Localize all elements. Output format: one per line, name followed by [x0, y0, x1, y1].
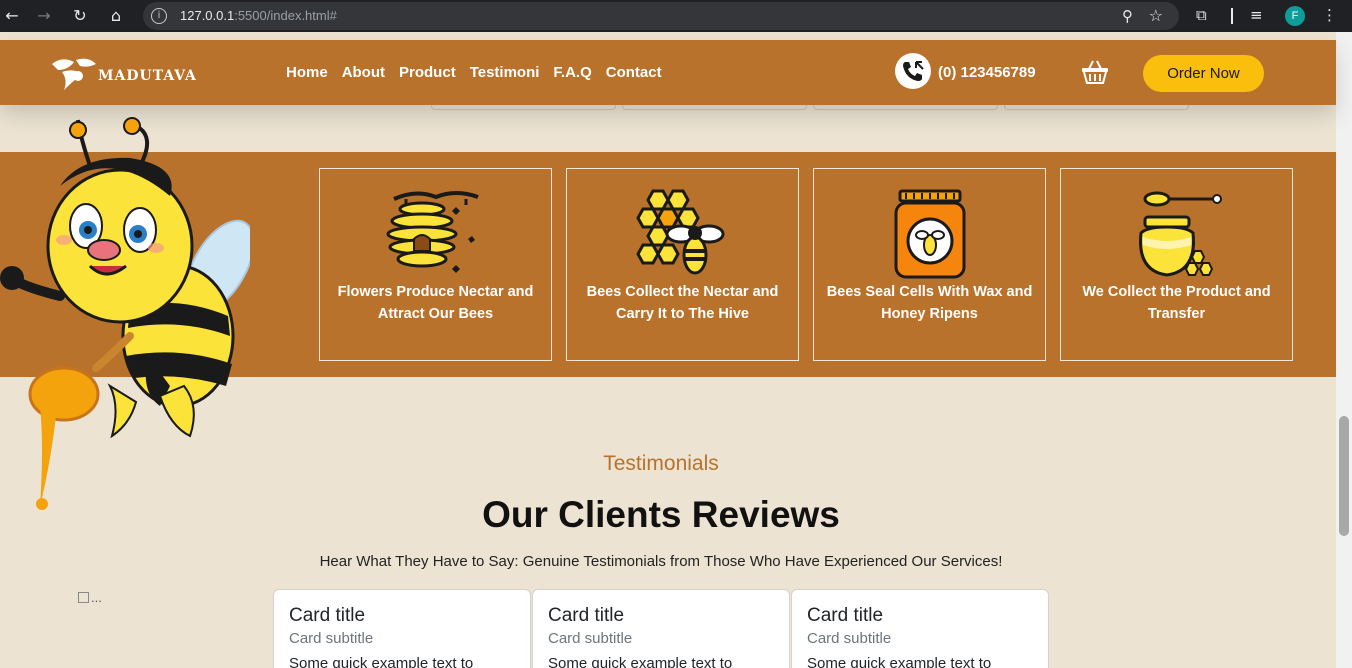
- bee-mascot-icon: [0, 117, 250, 510]
- phone-number[interactable]: (0) 123456789: [938, 64, 1036, 81]
- card-title: Card title: [289, 605, 366, 626]
- bee-logo-icon: [52, 58, 96, 90]
- testimonial-card: Card title Card subtitle Some quick exam…: [791, 589, 1049, 668]
- card-subtitle: Card subtitle: [289, 630, 374, 647]
- browser-toolbar: ← → ↻ ⌂ i 127.0.0.1:5500/index.html# ⚲ ☆…: [0, 0, 1352, 32]
- profile-avatar[interactable]: F: [1285, 6, 1305, 26]
- home-icon[interactable]: ⌂: [106, 6, 126, 26]
- card-title: Card title: [807, 605, 884, 626]
- nav-product[interactable]: Product: [399, 64, 456, 81]
- process-step-text: Bees Collect the Nectar and Carry It to …: [586, 284, 779, 322]
- order-now-button[interactable]: Order Now: [1143, 55, 1264, 92]
- forward-icon[interactable]: →: [34, 6, 54, 26]
- brand-name: MADUTAVA: [98, 68, 197, 84]
- site-logo[interactable]: MADUTAVA: [48, 54, 208, 94]
- process-card: Bees Collect the Nectar and Carry It to …: [566, 168, 799, 361]
- extensions-icon[interactable]: ⧉: [1196, 6, 1207, 24]
- process-step-text: Bees Seal Cells With Wax and Honey Ripen…: [826, 284, 1033, 322]
- menu-kebab-icon[interactable]: ⋮: [1322, 6, 1337, 24]
- site-header: MADUTAVA Home About Product Testimoni F.…: [0, 40, 1336, 105]
- card-text: Some quick example text to: [289, 655, 474, 668]
- process-card: Flowers Produce Nectar and Attract Our B…: [319, 168, 552, 361]
- card-title: Card title: [548, 605, 625, 626]
- main-nav: Home About Product Testimoni F.A.Q Conta…: [286, 64, 662, 81]
- honey-pot-icon: [1139, 191, 1222, 277]
- honeycomb-bee-icon: [636, 189, 725, 275]
- nav-home[interactable]: Home: [286, 64, 328, 81]
- honey-jar-icon: [894, 189, 966, 279]
- bookmark-star-icon[interactable]: ☆: [1149, 6, 1163, 25]
- nav-about[interactable]: About: [342, 64, 385, 81]
- card-text: Some quick example text to: [548, 655, 733, 668]
- phone-icon: [895, 53, 931, 89]
- basket-icon[interactable]: [1081, 59, 1109, 85]
- testimonial-card: Card title Card subtitle Some quick exam…: [273, 589, 531, 668]
- broken-image: ...: [78, 590, 102, 605]
- zoom-icon[interactable]: ⚲: [1122, 7, 1133, 25]
- nav-testimoni[interactable]: Testimoni: [470, 64, 540, 81]
- nav-faq[interactable]: F.A.Q: [553, 64, 591, 81]
- card-subtitle: Card subtitle: [548, 630, 633, 647]
- card-text: Some quick example text to: [807, 655, 992, 668]
- reading-list-icon[interactable]: ≡: [1250, 6, 1263, 24]
- process-step-text: We Collect the Product and Transfer: [1082, 284, 1271, 322]
- process-card: We Collect the Product and Transfer: [1060, 168, 1293, 361]
- page-scrollbar[interactable]: [1336, 32, 1352, 668]
- reload-icon[interactable]: ↻: [70, 6, 90, 26]
- address-bar[interactable]: i 127.0.0.1:5500/index.html# ⚲ ☆: [143, 2, 1179, 30]
- nav-contact[interactable]: Contact: [606, 64, 662, 81]
- toolbar-divider: [1231, 8, 1233, 24]
- section-subtitle: Hear What They Have to Say: Genuine Test…: [319, 553, 1003, 570]
- process-step-text: Flowers Produce Nectar and Attract Our B…: [337, 284, 534, 322]
- url-text[interactable]: 127.0.0.1:5500/index.html#: [180, 8, 337, 23]
- testimonial-card: Card title Card subtitle Some quick exam…: [532, 589, 790, 668]
- back-icon[interactable]: ←: [2, 6, 22, 26]
- broken-image-alt: ...: [91, 590, 102, 605]
- card-subtitle: Card subtitle: [807, 630, 892, 647]
- broken-image-icon: [78, 592, 89, 603]
- scrollbar-thumb[interactable]: [1339, 416, 1349, 536]
- process-card: Bees Seal Cells With Wax and Honey Ripen…: [813, 168, 1046, 361]
- site-info-icon[interactable]: i: [151, 8, 167, 24]
- beehive-icon: [386, 191, 479, 273]
